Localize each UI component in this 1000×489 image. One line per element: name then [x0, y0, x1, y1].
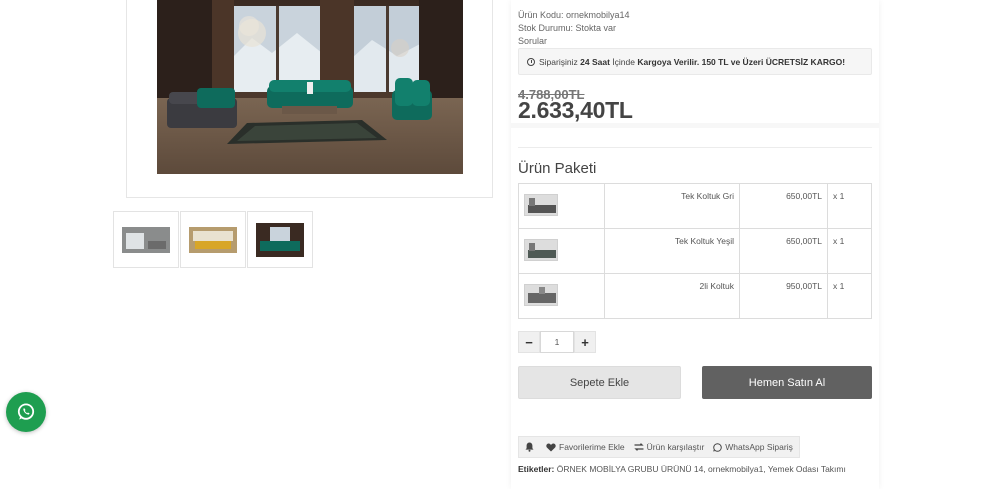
whatsapp-icon	[17, 403, 35, 420]
package-item-name: Tek Koltuk Gri	[604, 183, 740, 229]
table-row: Tek Koltuk Gri 650,00TL x 1	[518, 183, 872, 229]
clock-icon	[527, 57, 535, 66]
whatsapp-order-button[interactable]: WhatsApp Sipariş	[713, 442, 793, 452]
compare-label: Ürün karşılaştır	[646, 442, 705, 452]
compare-button[interactable]: Ürün karşılaştır	[634, 442, 705, 452]
package-item-price: 650,00TL	[739, 228, 828, 274]
shipping-free-cargo: Kargoya Verilir. 150 TL ve Üzeri ÜCRETSİ…	[637, 56, 846, 67]
section-separator	[511, 123, 879, 128]
questions-link[interactable]: Sorular	[518, 36, 547, 46]
thumbnail-1[interactable]	[113, 211, 179, 268]
table-row: Tek Koltuk Yeşil 650,00TL x 1	[518, 228, 872, 274]
quantity-input[interactable]	[540, 331, 574, 353]
favorites-label: Favorilerime Ekle	[559, 442, 625, 452]
package-item-qty: x 1	[827, 228, 872, 274]
whatsapp-order-label: WhatsApp Sipariş	[725, 442, 793, 452]
shipping-prefix: Siparişiniz	[539, 56, 578, 67]
current-price: 2.633,40TL	[518, 97, 633, 123]
table-row: 2li Koltuk 950,00TL x 1	[518, 273, 872, 319]
shipping-note: Siparişiniz 24 Saat İçinde Kargoya Veril…	[518, 48, 872, 75]
whatsapp-chat-button[interactable]	[6, 392, 46, 432]
package-item-name: 2li Koltuk	[604, 273, 740, 319]
buy-now-button[interactable]: Hemen Satın Al	[702, 366, 872, 399]
package-item-image[interactable]	[524, 284, 558, 306]
main-image-frame	[126, 0, 493, 198]
exchange-icon	[634, 443, 644, 451]
quantity-decrease-button[interactable]: −	[518, 331, 540, 353]
tags-label: Etiketler:	[518, 464, 555, 474]
package-item-name: Tek Koltuk Yeşil	[604, 228, 740, 274]
package-title: Ürün Paketi	[518, 160, 597, 177]
product-actions-bar: Favorilerime Ekle Ürün karşılaştır Whats…	[518, 436, 800, 458]
notify-button[interactable]	[525, 442, 537, 452]
package-item-price: 650,00TL	[739, 183, 828, 229]
thumbnail-2[interactable]	[180, 211, 246, 268]
tags-value[interactable]: ÖRNEK MOBİLYA GRUBU ÜRÜNÜ 14, ornekmobil…	[557, 464, 846, 474]
package-item-image[interactable]	[524, 239, 558, 261]
shipping-hours: 24 Saat	[580, 56, 610, 67]
bell-icon	[525, 442, 534, 452]
package-table: Tek Koltuk Gri 650,00TL x 1 Tek Koltuk Y…	[518, 183, 872, 319]
add-to-cart-button[interactable]: Sepete Ekle	[518, 366, 681, 399]
divider	[518, 147, 872, 148]
package-item-qty: x 1	[827, 183, 872, 229]
quantity-stepper: − +	[518, 331, 596, 353]
thumbnail-strip	[113, 211, 313, 268]
product-code: Ürün Kodu: ornekmobilya14	[518, 10, 630, 20]
whatsapp-icon	[713, 442, 723, 452]
heart-icon	[546, 443, 556, 451]
tags-line: Etiketler: ÖRNEK MOBİLYA GRUBU ÜRÜNÜ 14,…	[518, 464, 846, 474]
package-item-image[interactable]	[524, 194, 558, 216]
add-to-favorites-button[interactable]: Favorilerime Ekle	[546, 442, 625, 452]
thumbnail-3[interactable]	[247, 211, 313, 268]
product-main-image[interactable]	[157, 0, 463, 174]
quantity-increase-button[interactable]: +	[574, 331, 596, 353]
stock-status: Stok Durumu: Stokta var	[518, 23, 617, 33]
package-item-qty: x 1	[827, 273, 872, 319]
package-item-price: 950,00TL	[739, 273, 828, 319]
shipping-middle: İçinde	[612, 56, 635, 67]
product-info-panel: Ürün Kodu: ornekmobilya14 Stok Durumu: S…	[511, 0, 879, 489]
